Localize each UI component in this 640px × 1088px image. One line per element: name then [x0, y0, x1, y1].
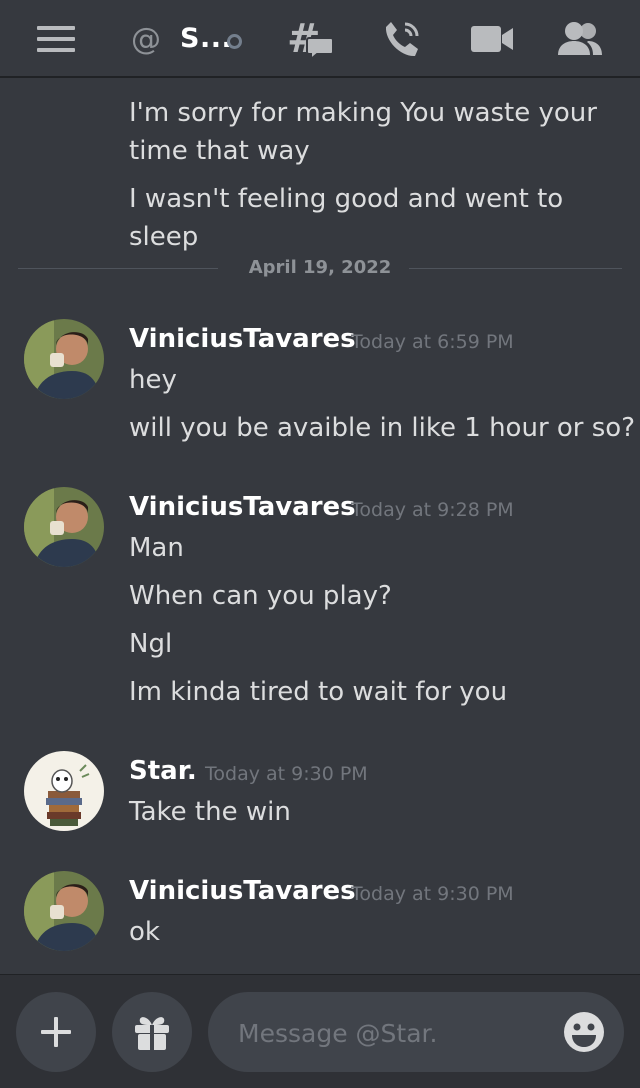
- message-timestamp: Today at 9:28 PM: [351, 499, 514, 521]
- date-divider: April 19, 2022: [18, 256, 622, 280]
- message-author[interactable]: ViniciusTavares: [129, 321, 356, 357]
- offline-status-icon: [227, 34, 242, 49]
- message-text: I wasn't feeling good and went to sleep: [129, 184, 564, 252]
- message-input[interactable]: [236, 992, 560, 1074]
- avatar[interactable]: [24, 751, 104, 831]
- call-icon[interactable]: [376, 0, 428, 78]
- message-author[interactable]: ViniciusTavares: [129, 873, 356, 909]
- members-icon[interactable]: [554, 0, 606, 78]
- message-input-container: [208, 992, 624, 1074]
- gift-icon: [135, 1017, 169, 1050]
- avatar[interactable]: [24, 487, 104, 567]
- message-text: Im kinda tired to wait for you: [129, 677, 508, 707]
- message-timestamp: Today at 6:59 PM: [351, 331, 514, 353]
- avatar[interactable]: [24, 871, 104, 951]
- message-text: hey: [129, 365, 177, 395]
- message-timestamp: Today at 9:30 PM: [205, 763, 368, 785]
- message-list[interactable]: I'm sorry for making You waste your time…: [0, 78, 640, 974]
- threads-icon[interactable]: #: [284, 0, 336, 78]
- message-text: ok: [129, 917, 160, 947]
- gift-button[interactable]: [112, 992, 192, 1072]
- composer-bar: [0, 974, 640, 1088]
- avatar[interactable]: [24, 319, 104, 399]
- message-author[interactable]: ViniciusTavares: [129, 489, 356, 525]
- date-divider-label: April 19, 2022: [230, 257, 410, 278]
- message-text: Man: [129, 533, 184, 563]
- message-text: will you be avaible in like 1 hour or so…: [129, 413, 636, 443]
- emoji-button[interactable]: [562, 1010, 606, 1054]
- plus-icon: [41, 1017, 71, 1047]
- message-text: I'm sorry for making You waste your time…: [129, 98, 597, 166]
- add-attachment-button[interactable]: [16, 992, 96, 1072]
- top-bar: @ S... #: [0, 0, 640, 78]
- message-text: Take the win: [129, 797, 291, 827]
- message-author[interactable]: Star.: [129, 753, 197, 789]
- at-icon: @: [126, 0, 166, 78]
- message-timestamp: Today at 9:30 PM: [351, 883, 514, 905]
- video-icon[interactable]: [466, 0, 518, 78]
- message-text: When can you play?: [129, 581, 392, 611]
- emoji-icon: [564, 1012, 604, 1052]
- message-text: Ngl: [129, 629, 173, 659]
- at-symbol: @: [131, 21, 161, 57]
- hamburger-icon[interactable]: [30, 0, 82, 78]
- dm-title[interactable]: S...: [180, 0, 232, 78]
